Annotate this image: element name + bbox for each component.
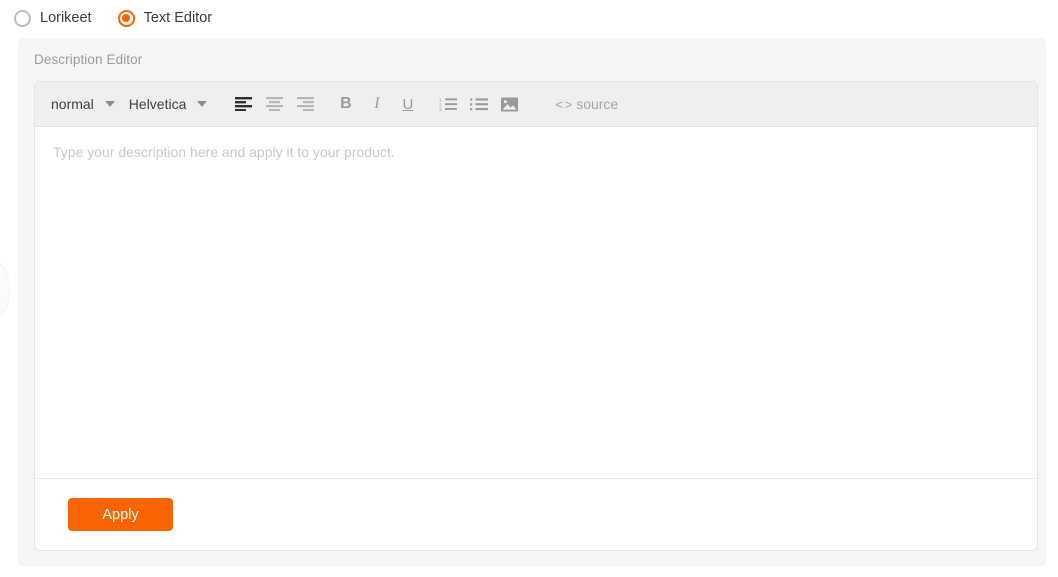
- align-center-button[interactable]: [261, 90, 288, 118]
- svg-text:3: 3: [439, 107, 442, 111]
- chevron-down-icon: [104, 101, 115, 107]
- editor-footer: Apply: [35, 478, 1037, 550]
- underline-icon: U: [402, 95, 414, 113]
- align-center-icon: [266, 97, 284, 111]
- chevron-down-icon: [197, 101, 208, 107]
- rich-text-editor: normal Helvetica B I U 1 2 3 < > source …: [34, 81, 1038, 551]
- description-placeholder: Type your description here and apply it …: [53, 144, 395, 160]
- bullet-list-button[interactable]: [465, 90, 492, 118]
- bullet-list-icon: [469, 98, 488, 111]
- radio-unselected-icon[interactable]: [14, 9, 31, 27]
- radio-option-text-editor[interactable]: Text Editor: [117, 9, 213, 27]
- source-label: source: [576, 96, 619, 112]
- edge-floating-orb: [0, 262, 10, 318]
- image-icon: [501, 97, 519, 111]
- mode-selector: Lorikeet Text Editor: [0, 0, 1058, 36]
- italic-icon: I: [374, 95, 380, 112]
- panel-title: Description Editor: [34, 52, 143, 67]
- align-right-icon: [297, 97, 315, 111]
- block-format-value: normal: [51, 96, 94, 112]
- source-view-button[interactable]: < > source: [551, 90, 622, 118]
- ordered-list-icon: 1 2 3: [439, 97, 457, 111]
- code-brackets-icon: < >: [555, 96, 572, 112]
- ordered-list-button[interactable]: 1 2 3: [434, 90, 461, 118]
- font-family-dropdown[interactable]: Helvetica: [127, 90, 214, 118]
- align-left-button[interactable]: [230, 90, 257, 118]
- font-family-value: Helvetica: [128, 96, 187, 112]
- radio-option-label: Text Editor: [143, 10, 213, 26]
- underline-button[interactable]: U: [394, 90, 421, 118]
- editor-toolbar: normal Helvetica B I U 1 2 3 < > source: [35, 82, 1037, 127]
- align-right-button[interactable]: [292, 90, 319, 118]
- bold-icon: B: [340, 95, 352, 112]
- app-root: Lorikeet Text Editor Description Editor …: [0, 0, 1058, 577]
- italic-button[interactable]: I: [363, 90, 390, 118]
- radio-option-lorikeet[interactable]: Lorikeet: [14, 9, 92, 27]
- bold-button[interactable]: B: [332, 90, 359, 118]
- radio-selected-icon[interactable]: [117, 9, 135, 27]
- align-left-icon: [235, 97, 253, 111]
- insert-image-button[interactable]: [496, 90, 523, 118]
- apply-button[interactable]: Apply: [68, 498, 173, 531]
- block-format-dropdown[interactable]: normal: [49, 90, 121, 118]
- description-editor-panel: Description Editor normal Helvetica B I …: [18, 38, 1046, 566]
- description-textarea[interactable]: Type your description here and apply it …: [35, 127, 1037, 478]
- radio-option-label: Lorikeet: [40, 10, 92, 26]
